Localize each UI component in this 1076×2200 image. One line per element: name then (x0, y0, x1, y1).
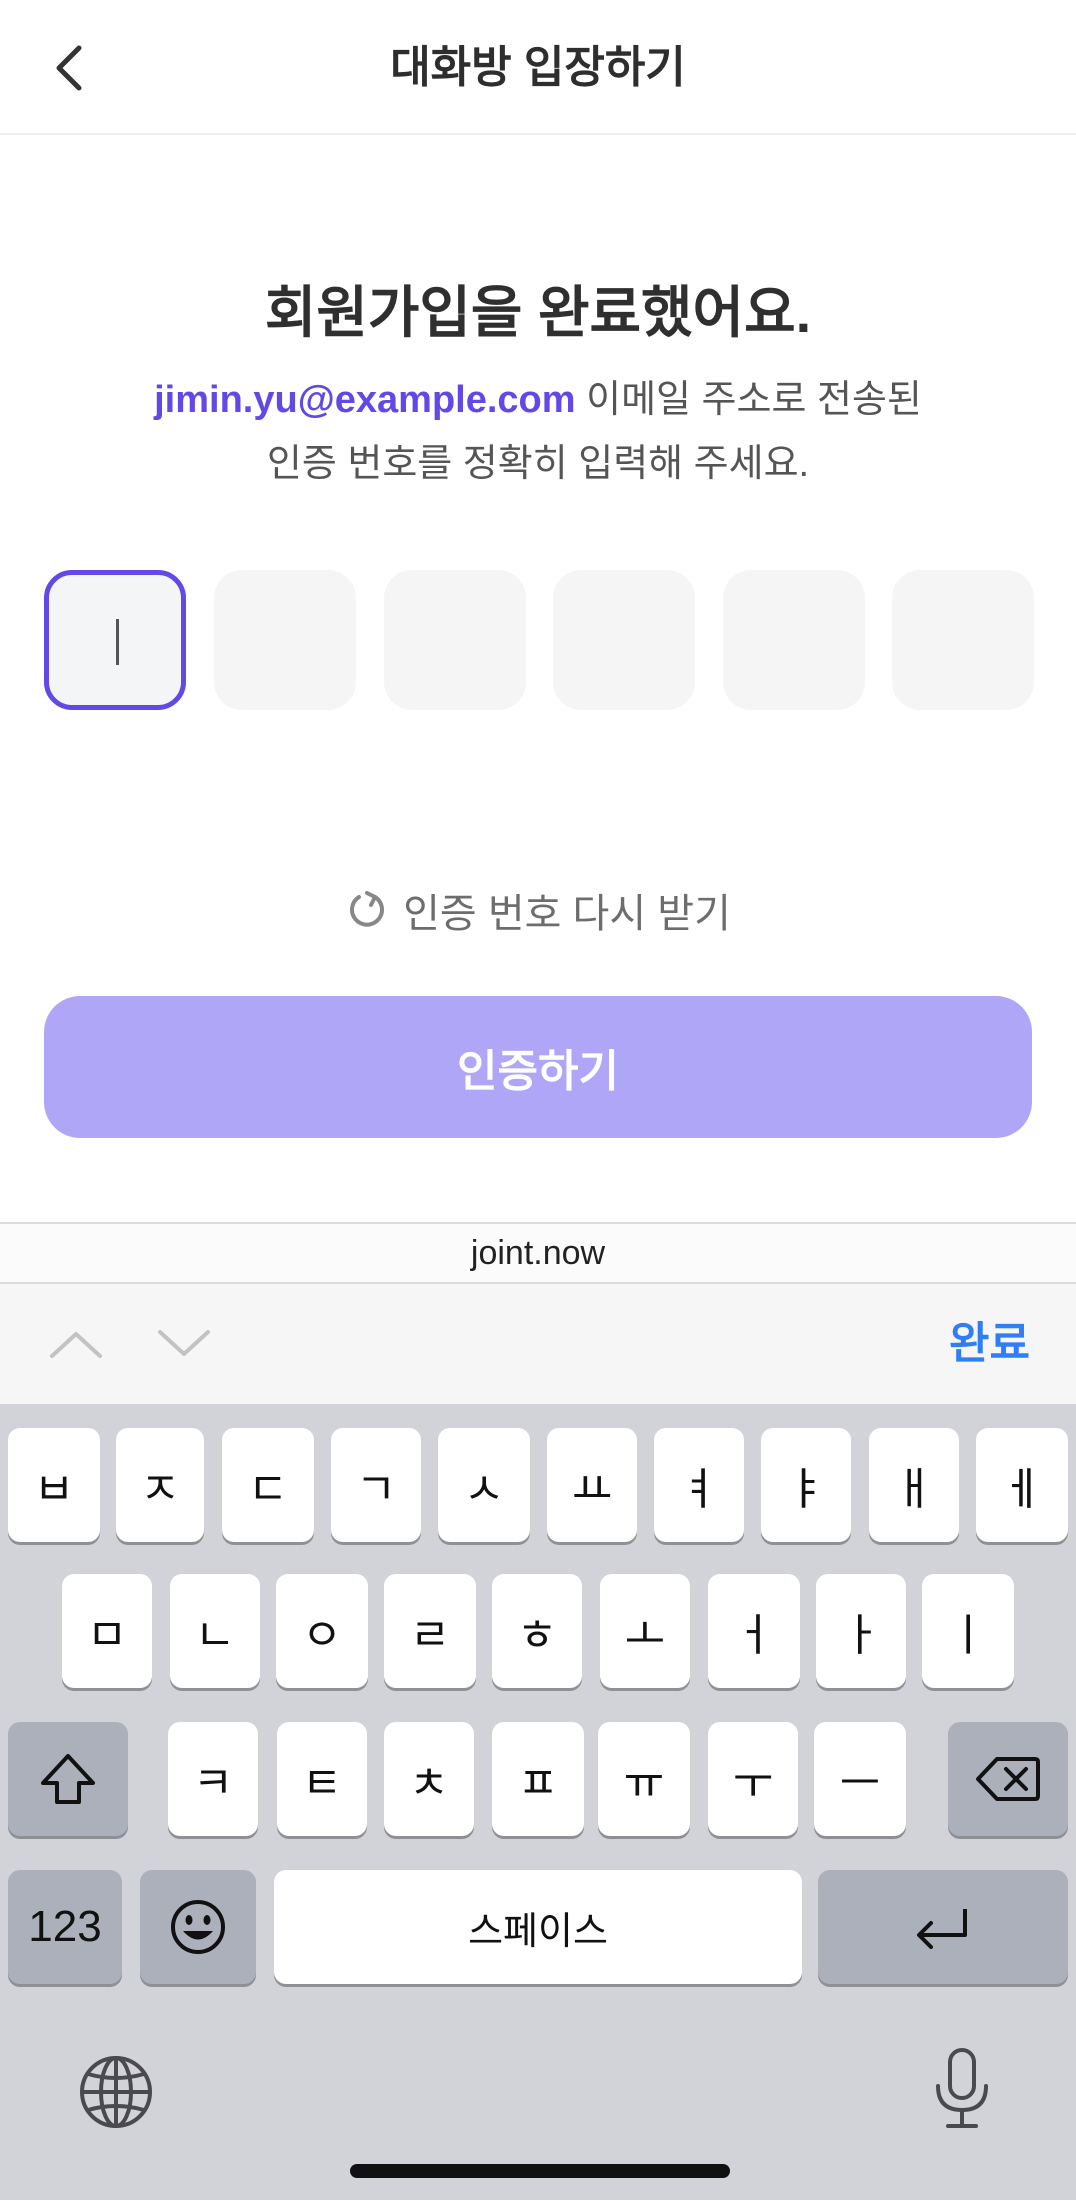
key-ae[interactable]: ㅐ (869, 1428, 959, 1542)
otp-digit-1[interactable] (44, 570, 186, 710)
key-siot[interactable]: ㅅ (438, 1428, 530, 1542)
otp-digit-2[interactable] (214, 570, 356, 710)
microphone-icon (936, 2048, 988, 2128)
key-u[interactable]: ㅜ (708, 1722, 798, 1836)
keyboard-accessory-bar: 완료 (0, 1284, 1076, 1404)
backspace-icon (976, 1757, 1040, 1801)
email-address: jimin.yu@example.com (154, 379, 576, 421)
instruction-text-part1: 이메일 주소로 전송된 (575, 379, 922, 421)
dictation-button[interactable] (922, 2044, 1002, 2134)
instruction-text: jimin.yu@example.com 이메일 주소로 전송된 인증 번호를 … (60, 368, 1016, 496)
key-o[interactable]: ㅗ (600, 1574, 690, 1688)
otp-digit-5[interactable] (723, 570, 865, 710)
navigation-header: 대화방 입장하기 (0, 0, 1076, 135)
instruction-text-part2: 인증 번호를 정확히 입력해 주세요. (266, 443, 810, 485)
key-mieum[interactable]: ㅁ (62, 1574, 152, 1688)
virtual-keyboard: ㅂ ㅈ ㄷ ㄱ ㅅ ㅛ ㅕ ㅑ ㅐ ㅔ ㅁ ㄴ ㅇ ㄹ ㅎ ㅗ ㅓ ㅏ ㅣ ㅋ … (0, 1404, 1076, 2200)
key-rieul[interactable]: ㄹ (384, 1574, 476, 1688)
done-button[interactable]: 완료 (949, 1310, 1030, 1378)
key-kieuk[interactable]: ㅋ (168, 1722, 258, 1836)
numbers-key[interactable]: 123 (8, 1870, 122, 1984)
key-e[interactable]: ㅔ (976, 1428, 1068, 1542)
chevron-up-icon (50, 1332, 102, 1358)
key-chieut[interactable]: ㅊ (384, 1722, 474, 1836)
key-tieut[interactable]: ㅌ (277, 1722, 367, 1836)
browser-url-bar[interactable]: joint.now (0, 1222, 1076, 1284)
globe-button[interactable] (76, 2052, 156, 2132)
key-pieup[interactable]: ㅍ (492, 1722, 584, 1836)
page-title: 대화방 입장하기 (390, 43, 686, 92)
emoji-key[interactable] (140, 1870, 256, 1984)
key-hieut[interactable]: ㅎ (492, 1574, 582, 1688)
key-eo[interactable]: ㅓ (708, 1574, 800, 1688)
emoji-icon (171, 1900, 225, 1954)
headline: 회원가입을 완료했어요. (264, 281, 812, 344)
next-field-button[interactable] (152, 1314, 216, 1374)
otp-digit-3[interactable] (384, 570, 526, 710)
key-yeo[interactable]: ㅕ (654, 1428, 744, 1542)
chevron-down-icon (158, 1330, 210, 1356)
return-key[interactable] (818, 1870, 1068, 1984)
previous-field-button[interactable] (44, 1314, 108, 1374)
otp-digit-4[interactable] (553, 570, 695, 710)
otp-digit-6[interactable] (892, 570, 1034, 710)
key-digeut[interactable]: ㄷ (222, 1428, 314, 1542)
refresh-icon (350, 891, 385, 927)
key-ya[interactable]: ㅑ (761, 1428, 851, 1542)
key-bieup[interactable]: ㅂ (8, 1428, 100, 1542)
text-caret (116, 619, 119, 665)
key-i[interactable]: ㅣ (922, 1574, 1014, 1688)
key-yo[interactable]: ㅛ (547, 1428, 637, 1542)
space-key[interactable]: 스페이스 (274, 1870, 802, 1984)
home-indicator (350, 2164, 730, 2178)
key-jieut[interactable]: ㅈ (116, 1428, 204, 1542)
delete-key[interactable] (948, 1722, 1068, 1836)
resend-code-label: 인증 번호 다시 받기 (403, 892, 731, 936)
shift-icon (41, 1754, 95, 1804)
key-giyeok[interactable]: ㄱ (331, 1428, 421, 1542)
key-ieung[interactable]: ㅇ (276, 1574, 368, 1688)
key-nieun[interactable]: ㄴ (170, 1574, 260, 1688)
resend-code-button[interactable]: 인증 번호 다시 받기 (0, 878, 1076, 942)
key-eu[interactable]: ㅡ (814, 1722, 906, 1836)
shift-key[interactable] (8, 1722, 128, 1836)
verify-button[interactable]: 인증하기 (44, 996, 1032, 1138)
url-text: joint.now (470, 1234, 606, 1272)
globe-icon (80, 2056, 152, 2128)
return-icon (917, 1909, 967, 1949)
key-yu[interactable]: ㅠ (598, 1722, 690, 1836)
key-a[interactable]: ㅏ (816, 1574, 906, 1688)
